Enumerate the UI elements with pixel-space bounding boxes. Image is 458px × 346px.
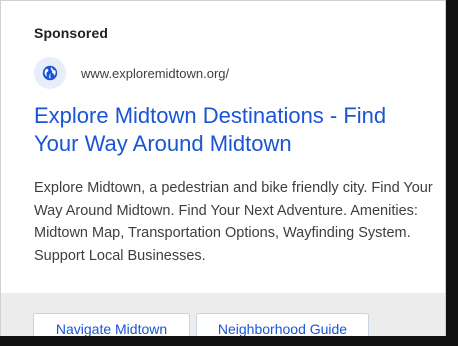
sitelinks-bar: Navigate Midtown Neighborhood Guide (1, 293, 445, 336)
sponsored-label: Sponsored (34, 25, 109, 41)
ad-content: Sponsored www.exploremidtown.org/ Explor… (1, 1, 445, 293)
sitelink-neighborhood-guide[interactable]: Neighborhood Guide (196, 313, 369, 336)
sitelink-navigate-midtown[interactable]: Navigate Midtown (33, 313, 190, 336)
sponsored-ad-card: Sponsored www.exploremidtown.org/ Explor… (0, 0, 446, 336)
ad-url-row[interactable]: www.exploremidtown.org/ (34, 57, 229, 89)
ad-display-url[interactable]: www.exploremidtown.org/ (81, 66, 229, 81)
ad-headline-link[interactable]: Explore Midtown Destinations - Find Your… (34, 102, 434, 158)
globe-icon (34, 57, 66, 89)
ad-description: Explore Midtown, a pedestrian and bike f… (34, 180, 433, 264)
